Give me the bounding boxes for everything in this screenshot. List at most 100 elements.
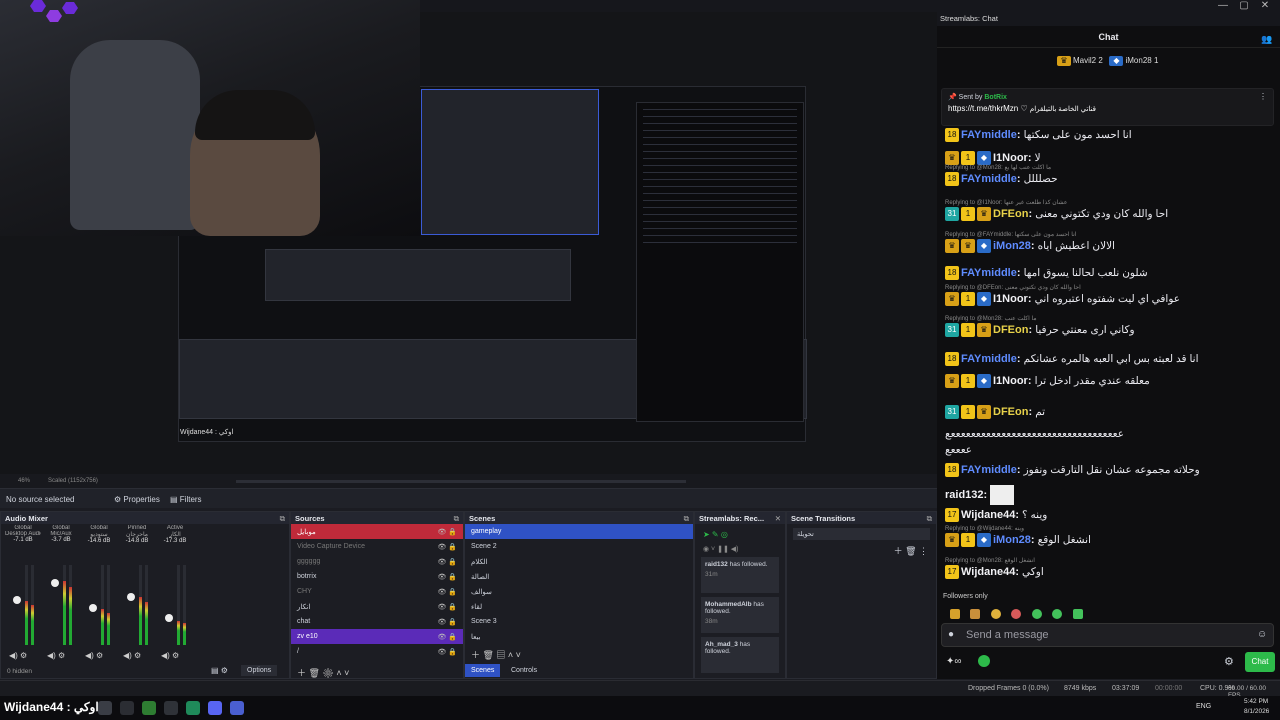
visibility-lock-icons[interactable]: 👁 🔒	[437, 558, 457, 566]
chat-message[interactable]: ♛ 1 ◆ I1Noor: لا	[945, 151, 1270, 165]
event-card[interactable]: Ah_mad_3 has followed.	[701, 637, 779, 673]
app-icon[interactable]	[186, 701, 200, 715]
chat-message[interactable]: 18 FAYmiddle: شلون نلعب لحالنا يسوق امها	[945, 266, 1270, 280]
pinned-link[interactable]: https://t.me/thkrMzn	[948, 104, 1018, 113]
chat-username[interactable]: I1Noor	[993, 293, 1028, 305]
zoom-level[interactable]: 46%	[18, 478, 30, 484]
chat-username[interactable]: FAYmiddle	[961, 267, 1017, 279]
chat-username[interactable]: raid132	[945, 489, 984, 501]
tab-scenes[interactable]: Scenes	[465, 664, 501, 677]
scene-item[interactable]: بيعا	[465, 629, 693, 644]
maximize-button[interactable]: ▢	[1237, 0, 1251, 11]
chat-username[interactable]: FAYmiddle	[961, 129, 1017, 141]
chat-username[interactable]: DFEon	[993, 406, 1028, 418]
volume-slider[interactable]	[89, 604, 97, 612]
mute-icon[interactable]: ◀) ⚙	[47, 651, 65, 660]
visibility-lock-icons[interactable]: 👁 🔒	[437, 633, 457, 641]
chat-send-button[interactable]: Chat	[1245, 652, 1275, 672]
undock-icon[interactable]: ⧉	[454, 514, 459, 524]
source-item[interactable]: botrrix 👁 🔒	[291, 569, 463, 584]
source-item[interactable]: zv e10 👁 🔒	[291, 629, 463, 644]
chat-message[interactable]: 18 FAYmiddle: وحلاته مجموعه عشان نقل التا…	[945, 463, 1270, 477]
chat-message[interactable]: 31 1 ♛ DFEon: تم	[945, 405, 1270, 419]
chat-message[interactable]: Replying to @Mon28: ما اكلت عنب لها يع 18…	[945, 164, 1270, 186]
events-toolbar[interactable]: ➤ ✎ ◎	[695, 524, 785, 545]
chat-username[interactable]: DFEon	[993, 324, 1028, 336]
chat-message[interactable]: Replying to @Mon28: انشغل الوقع 17 Wijdane…	[945, 557, 1270, 579]
chat-username[interactable]: FAYmiddle	[961, 353, 1017, 365]
visibility-lock-icons[interactable]: 👁 🔒	[437, 603, 457, 611]
scene-item[interactable]: gameplay	[465, 524, 693, 539]
undock-icon[interactable]: ⧉	[280, 514, 285, 524]
source-item[interactable]: CHY 👁 🔒	[291, 584, 463, 599]
visibility-lock-icons[interactable]: 👁 🔒	[437, 543, 457, 551]
chat-message[interactable]: Replying to @FAYmiddle: انا احسد مون على…	[945, 231, 1270, 253]
source-item[interactable]: gggggg 👁 🔒	[291, 554, 463, 569]
emote-bar[interactable]	[950, 606, 1110, 619]
event-card[interactable]: raid132 has followed. 31m	[701, 557, 779, 593]
more-icon[interactable]: ⋮	[1259, 92, 1267, 101]
scene-item[interactable]: سوالف	[465, 584, 693, 599]
language-indicator[interactable]: ENG	[1196, 703, 1211, 710]
pinned-message[interactable]: 📌 Sent by BotRix https://t.me/thkrMzn ♡ …	[941, 88, 1274, 126]
volume-slider[interactable]	[13, 596, 21, 604]
close-button[interactable]: ✕	[1258, 0, 1272, 11]
chat-username[interactable]: Wijdane44	[961, 509, 1015, 521]
app-icon[interactable]	[120, 701, 134, 715]
tab-controls[interactable]: Controls	[505, 664, 543, 677]
mixer-options-button[interactable]: Options	[241, 665, 278, 676]
visibility-lock-icons[interactable]: 👁 🔒	[437, 573, 457, 581]
visibility-lock-icons[interactable]: 👁 🔒	[437, 528, 457, 536]
minimize-button[interactable]: —	[1216, 0, 1230, 11]
chat-message[interactable]: 18 FAYmiddle: انا قد لعبته بس ابي العبه ه…	[945, 352, 1270, 366]
emote-picker-icon[interactable]: ☺	[1257, 629, 1267, 640]
chat-username[interactable]: I1Noor	[993, 375, 1028, 387]
scene-item[interactable]: Scene 2	[465, 539, 693, 554]
scene-item[interactable]: الصالة	[465, 569, 693, 584]
chat-username[interactable]: iMon28	[993, 534, 1031, 546]
users-icon[interactable]: 👥	[1261, 34, 1272, 45]
source-item[interactable]: chat 👁 🔒	[291, 614, 463, 629]
rewards-icon[interactable]	[978, 655, 990, 667]
chat-message[interactable]: 17 Wijdane44: وينه ؟	[945, 508, 1270, 522]
source-item[interactable]: انكار 👁 🔒	[291, 599, 463, 614]
app-icon[interactable]	[142, 701, 156, 715]
transition-select[interactable]: تحويلة	[793, 528, 930, 540]
properties-button[interactable]: ⚙ Properties	[114, 495, 160, 504]
preview-scrollbar[interactable]	[236, 480, 686, 483]
chat-message[interactable]: ععععع	[945, 444, 1270, 456]
chat-username[interactable]: DFEon	[993, 208, 1028, 220]
chat-message[interactable]: raid132:	[945, 485, 1270, 505]
scene-item[interactable]: لقاء	[465, 599, 693, 614]
volume-slider[interactable]	[51, 579, 59, 587]
transition-actions[interactable]: ＋ 🗑 ⋮	[787, 544, 936, 557]
scene-item[interactable]: الكلام	[465, 554, 693, 569]
discord-icon[interactable]	[208, 701, 222, 715]
clock-time[interactable]: 5:42 PM	[1244, 698, 1268, 705]
undock-icon[interactable]: ⧉	[927, 514, 932, 524]
chat-settings-icon[interactable]: ⚙	[1224, 655, 1234, 668]
clock-date[interactable]: 8/1/2026	[1244, 708, 1269, 715]
chat-message[interactable]: ♛ 1 ◆ I1Noor: معلقه عندي مقدر ادخل ترا	[945, 374, 1270, 388]
visibility-lock-icons[interactable]: 👁 🔒	[437, 588, 457, 596]
chat-username[interactable]: FAYmiddle	[961, 464, 1017, 476]
mute-icon[interactable]: ◀) ⚙	[9, 651, 27, 660]
scene-item[interactable]: Scene 3	[465, 614, 693, 629]
app-icon[interactable]	[230, 701, 244, 715]
mute-icon[interactable]: ◀) ⚙	[123, 651, 141, 660]
source-item[interactable]: / 👁 🔒	[291, 644, 463, 659]
chat-username[interactable]: iMon28	[993, 240, 1031, 252]
undock-icon[interactable]: ⧉	[684, 514, 689, 524]
app-icon[interactable]	[98, 701, 112, 715]
chat-message[interactable]: 18 FAYmiddle: انا احسد مون على سكتها	[945, 128, 1270, 142]
volume-slider[interactable]	[165, 614, 173, 622]
mute-icon[interactable]: ◀) ⚙	[85, 651, 103, 660]
chat-input[interactable]: Send a message	[941, 623, 1274, 647]
filters-button[interactable]: ▤ Filters	[170, 495, 202, 504]
source-item[interactable]: Video Capture Device 👁 🔒	[291, 539, 463, 554]
chat-username[interactable]: FAYmiddle	[961, 173, 1017, 185]
visibility-lock-icons[interactable]: 👁 🔒	[437, 618, 457, 626]
chat-message[interactable]: ععععععععععععععععععععععععععععععععععع	[945, 428, 1270, 440]
app-icon[interactable]	[164, 701, 178, 715]
mute-icon[interactable]: ◀) ⚙	[161, 651, 179, 660]
